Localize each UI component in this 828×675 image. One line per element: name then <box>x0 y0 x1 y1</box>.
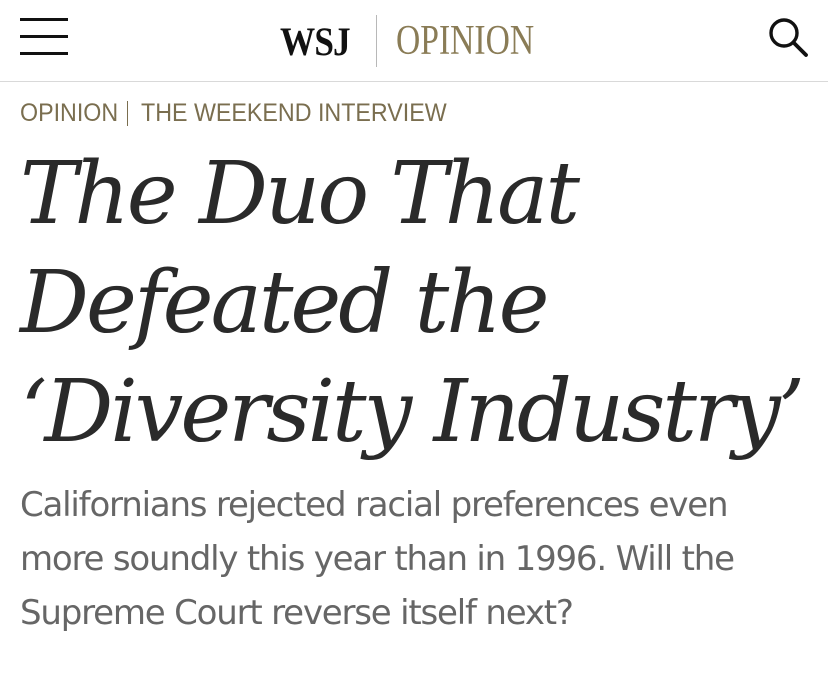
breadcrumb-column-link[interactable]: THE WEEKEND INTERVIEW <box>141 99 447 128</box>
article-dek: Californians rejected racial preferences… <box>20 485 735 633</box>
search-icon[interactable] <box>766 15 810 59</box>
menu-line <box>20 52 68 55</box>
menu-line <box>20 35 68 38</box>
breadcrumb-section-link[interactable]: OPINION <box>20 99 118 128</box>
wsj-wordmark: WSJ <box>280 18 351 64</box>
hamburger-menu-icon[interactable] <box>20 16 70 58</box>
search-icon-glyph <box>769 18 808 57</box>
breadcrumb: OPINION THE WEEKEND INTERVIEW <box>20 99 470 128</box>
top-navigation-bar: WSJ OPINION <box>0 0 828 82</box>
wsj-opinion-logo[interactable]: WSJ OPINION <box>280 10 569 72</box>
article-headline: The Duo That Defeated the ‘Diversity Ind… <box>20 144 805 462</box>
menu-line <box>20 18 68 21</box>
breadcrumb-divider <box>127 101 128 126</box>
opinion-section-wordmark: OPINION <box>396 18 535 64</box>
logo-divider <box>376 15 377 67</box>
